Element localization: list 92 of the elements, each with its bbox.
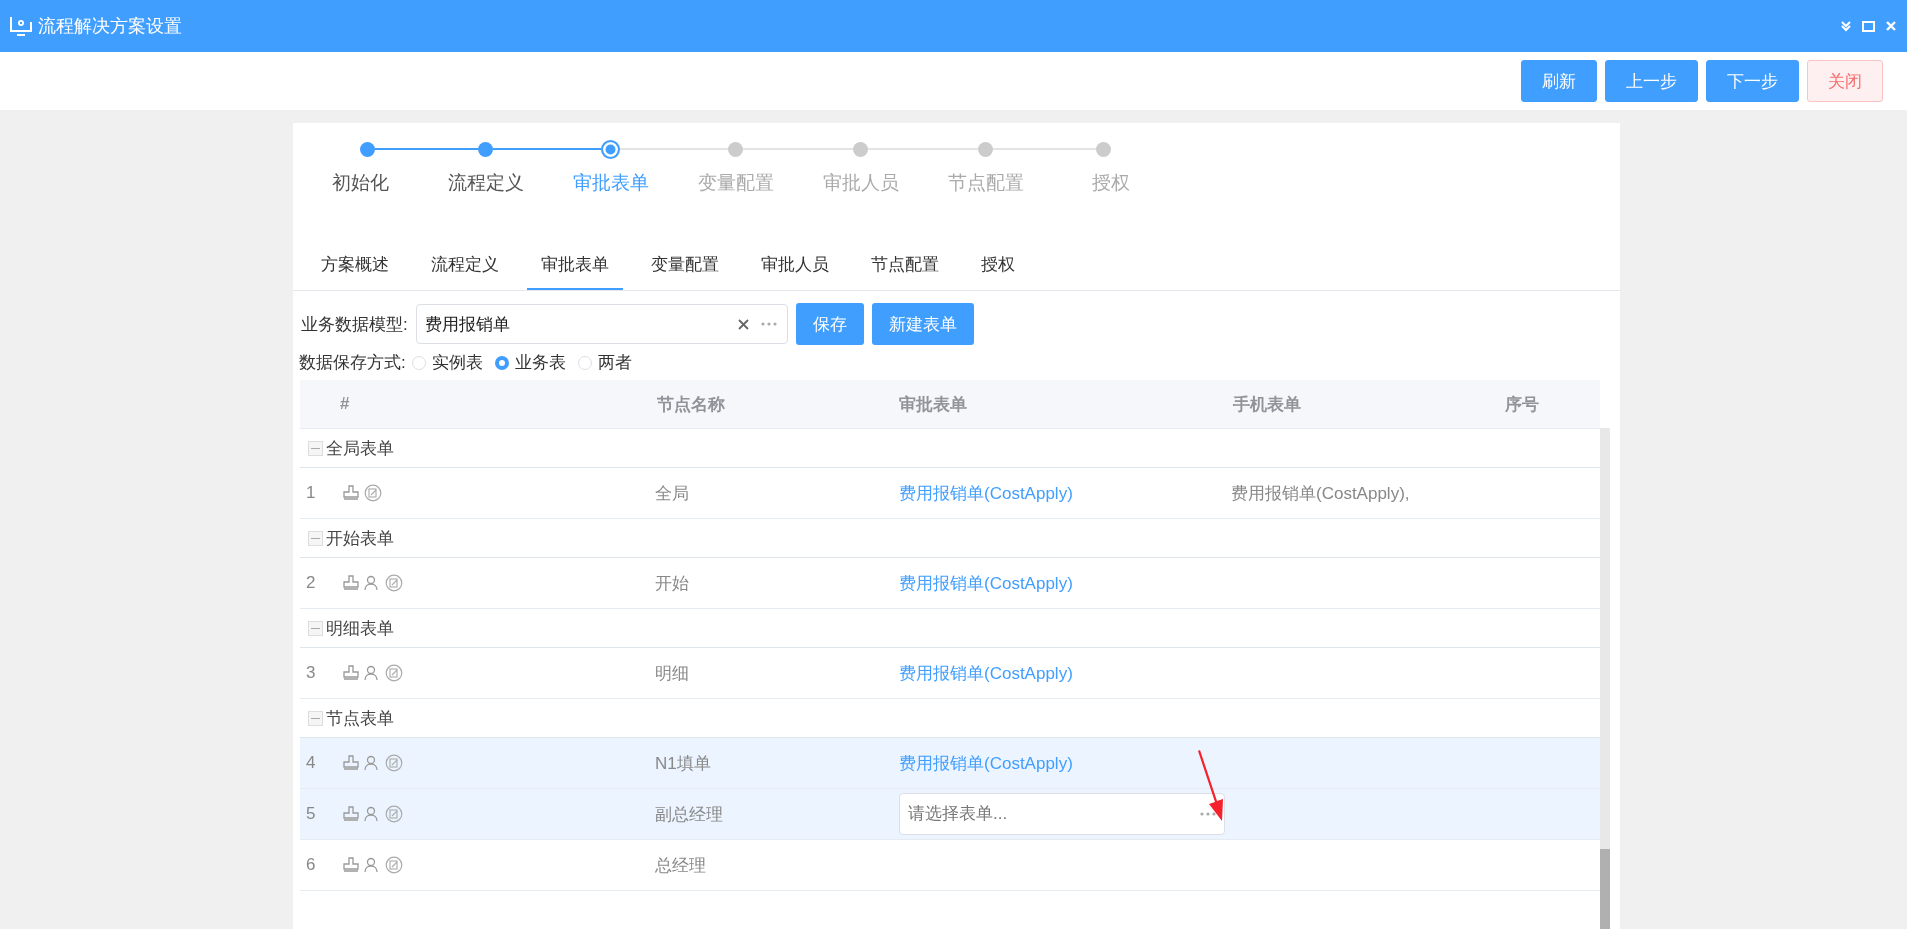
group-title: 全局表单 xyxy=(326,437,394,460)
form-link[interactable]: 费用报销单(CostApply) xyxy=(899,571,1073,595)
monitor-gear-icon xyxy=(10,16,32,36)
table-row[interactable]: 1 全局 费用报销单(CostApply) 费用报销单(CostApply), xyxy=(300,468,1600,519)
step-label: 变量配置 xyxy=(697,171,774,195)
collapse-icon[interactable] xyxy=(1840,20,1852,32)
tab[interactable]: 变量配置 xyxy=(637,243,733,290)
user-icon[interactable] xyxy=(364,665,381,681)
edit-icon[interactable] xyxy=(385,805,404,823)
model-field[interactable]: 费用报销单 xyxy=(415,304,788,344)
step-label: 流程定义 xyxy=(447,171,524,195)
user-icon[interactable] xyxy=(364,806,381,822)
edit-icon[interactable] xyxy=(385,754,404,772)
node-name: 全局 xyxy=(655,482,689,505)
radio-label[interactable]: 实例表 xyxy=(431,351,483,374)
step-label: 审批表单 xyxy=(572,171,649,195)
table-row[interactable]: 4 N1填单 费用报销单(CostApply) xyxy=(300,738,1600,789)
node-name: 总经理 xyxy=(655,854,706,877)
stamp-icon[interactable] xyxy=(343,485,360,501)
step-label: 审批人员 xyxy=(822,171,899,195)
node-name: 开始 xyxy=(655,572,689,595)
radio-button[interactable] xyxy=(494,355,509,370)
step-label: 授权 xyxy=(1091,171,1130,195)
radio-label[interactable]: 业务表 xyxy=(514,351,566,374)
node-name: 副总经理 xyxy=(655,803,723,826)
maximize-icon[interactable] xyxy=(1862,20,1875,32)
tab[interactable]: 节点配置 xyxy=(857,243,953,290)
tab[interactable]: 授权 xyxy=(967,243,1029,290)
toolbar-button[interactable]: 关闭 xyxy=(1807,60,1883,102)
collapse-toggle-icon[interactable] xyxy=(308,620,323,636)
table-row[interactable]: 3 明细 费用报销单(CostApply) xyxy=(300,648,1600,699)
row-number: 1 xyxy=(306,483,316,503)
toolbar-button[interactable]: 下一步 xyxy=(1706,60,1799,102)
edit-icon[interactable] xyxy=(385,856,404,874)
scrollbar[interactable] xyxy=(1600,428,1610,929)
table-row[interactable]: 6 总经理 xyxy=(300,840,1600,891)
clear-icon[interactable] xyxy=(737,318,749,330)
form-link[interactable]: 费用报销单(CostApply) xyxy=(899,751,1073,775)
column-header: 序号 xyxy=(1504,393,1540,416)
form-select-input[interactable]: 请选择表单... xyxy=(906,803,1200,825)
column-header: 节点名称 xyxy=(656,393,726,416)
user-icon[interactable] xyxy=(364,857,381,873)
column-header: 手机表单 xyxy=(1232,393,1302,416)
stamp-icon[interactable] xyxy=(343,806,360,822)
node-name: N1填单 xyxy=(655,752,711,775)
form-button[interactable]: 新建表单 xyxy=(871,303,974,345)
collapse-toggle-icon[interactable] xyxy=(308,530,323,546)
tab[interactable]: 流程定义 xyxy=(417,243,513,290)
column-header: # xyxy=(339,394,351,414)
step-label: 节点配置 xyxy=(947,171,1024,195)
row-number: 3 xyxy=(306,663,316,683)
user-icon[interactable] xyxy=(364,755,381,771)
row-number: 6 xyxy=(306,855,316,875)
stamp-icon[interactable] xyxy=(343,755,360,771)
tab[interactable]: 方案概述 xyxy=(307,243,403,290)
form-select-field[interactable]: 请选择表单... xyxy=(899,793,1225,835)
row-number: 2 xyxy=(306,573,316,593)
more-icon[interactable] xyxy=(1200,812,1216,816)
form-link[interactable]: 费用报销单(CostApply) xyxy=(899,481,1073,505)
user-icon[interactable] xyxy=(364,575,381,591)
annotation-arrow xyxy=(1196,750,1226,822)
table-row[interactable]: 2 开始 费用报销单(CostApply) xyxy=(300,558,1600,609)
row-number: 4 xyxy=(306,753,316,773)
tab[interactable]: 审批人员 xyxy=(747,243,843,290)
edit-icon[interactable] xyxy=(385,664,404,682)
collapse-toggle-icon[interactable] xyxy=(308,710,323,726)
group-title: 节点表单 xyxy=(326,707,394,730)
collapse-toggle-icon[interactable] xyxy=(308,440,323,456)
edit-icon[interactable] xyxy=(364,484,383,502)
close-icon[interactable] xyxy=(1885,20,1897,32)
table-row[interactable]: 5 副总经理 请选择表单... xyxy=(300,789,1600,840)
step-label: 初始化 xyxy=(332,171,389,195)
stamp-icon[interactable] xyxy=(343,665,360,681)
group-title: 明细表单 xyxy=(326,617,394,640)
more-icon[interactable] xyxy=(760,322,777,326)
form-link[interactable]: 费用报销单(CostApply) xyxy=(899,661,1073,685)
toolbar-button[interactable]: 刷新 xyxy=(1521,60,1597,102)
column-header: 审批表单 xyxy=(898,393,968,416)
field-label: 业务数据模型: xyxy=(301,313,408,336)
stamp-icon[interactable] xyxy=(343,857,360,873)
group-title: 开始表单 xyxy=(326,527,394,550)
radio-label[interactable]: 两者 xyxy=(597,351,632,374)
form-button[interactable]: 保存 xyxy=(795,303,864,345)
toolbar-button[interactable]: 上一步 xyxy=(1605,60,1698,102)
field-label: 数据保存方式: xyxy=(299,352,406,374)
stamp-icon[interactable] xyxy=(343,575,360,591)
edit-icon[interactable] xyxy=(385,574,404,592)
node-name: 明细 xyxy=(655,662,689,685)
row-number: 5 xyxy=(306,804,316,824)
window-title: 流程解决方案设置 xyxy=(38,15,182,38)
tab[interactable]: 审批表单 xyxy=(527,243,623,290)
mobile-form: 费用报销单(CostApply), xyxy=(1231,482,1410,505)
